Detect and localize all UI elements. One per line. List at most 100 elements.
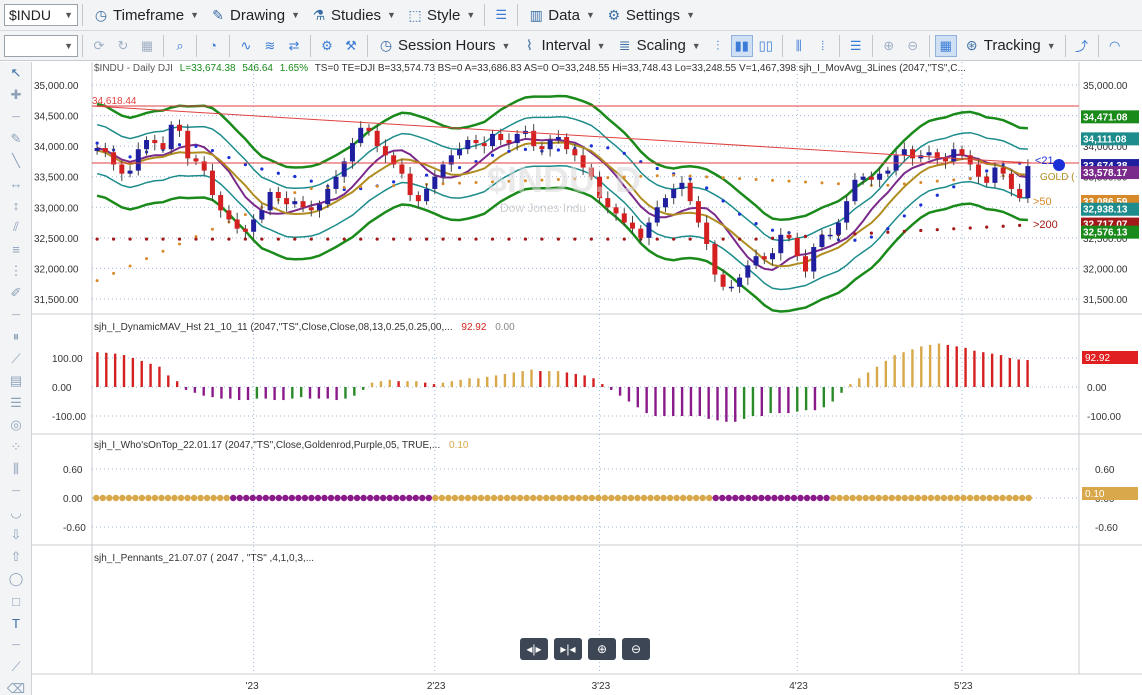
list-icon[interactable]: ☰: [0, 392, 32, 414]
symbol-watermark-sub: Dow Jones Indu: [500, 201, 586, 215]
wrench-icon[interactable]: ✎: [0, 128, 32, 150]
settings-menu[interactable]: ⚙ Settings ▼: [600, 3, 700, 27]
drawing-menu[interactable]: ✎ Drawing ▼: [204, 3, 305, 27]
tune-icon[interactable]: ⚒: [340, 35, 362, 57]
arc-icon[interactable]: ◡: [0, 502, 32, 524]
ma200-dot: [853, 232, 857, 236]
link-icon[interactable]: ↻: [112, 35, 134, 57]
hist-bar: [946, 344, 950, 387]
vertical-arrows-icon[interactable]: ↕: [0, 194, 32, 216]
line-tool-icon[interactable]: ╲: [0, 150, 32, 172]
data-menu[interactable]: ▥ Data ▼: [522, 3, 600, 27]
hist-bar: [707, 387, 710, 419]
ruler-icon[interactable]: ⟋: [0, 656, 32, 678]
interval-menu[interactable]: ⌇ Interval ▼: [515, 34, 610, 58]
ma21-dot: [556, 148, 560, 152]
timeframe-menu[interactable]: ◷ Timeframe ▼: [87, 3, 204, 27]
who-dot: [875, 494, 882, 502]
rectangle-icon[interactable]: □: [0, 590, 32, 612]
ma21-dot: [705, 186, 709, 190]
hist-bar: [822, 387, 826, 408]
who-dot: [256, 494, 263, 502]
tracking-dot[interactable]: [1053, 159, 1065, 171]
compare-icon[interactable]: ⇄: [283, 35, 305, 57]
pen-icon[interactable]: ✐: [0, 282, 32, 304]
scroll-left-button[interactable]: ◂|▸: [520, 638, 548, 660]
ma200-dot: [770, 236, 775, 240]
candle-body: [539, 146, 545, 150]
ma200-dot: [721, 237, 725, 241]
refresh-icon[interactable]: ⟳: [88, 35, 110, 57]
up-arrow-icon[interactable]: ⇧: [0, 546, 32, 568]
who-dot: [360, 494, 367, 502]
down-arrow-icon[interactable]: ⇩: [0, 524, 32, 546]
sync-icon[interactable]: ◠: [1104, 35, 1126, 57]
ma200-dot: [457, 237, 462, 241]
hist-bar: [778, 387, 781, 414]
horizontal-arrows-icon[interactable]: ↔: [0, 172, 32, 194]
parallel-lines-icon[interactable]: ≡: [0, 238, 32, 260]
candle-body: [852, 179, 858, 202]
zoom-out-icon[interactable]: ⊖: [902, 35, 924, 57]
text-tool-icon[interactable]: T: [0, 612, 32, 634]
vertical-line-icon[interactable]: ⏸: [0, 326, 32, 348]
volume-icon[interactable]: ⫼: [788, 35, 810, 57]
hist-bar: [530, 369, 533, 387]
zoom-in-icon[interactable]: ⊕: [878, 35, 900, 57]
toolbar-divider: [1064, 34, 1066, 57]
config-icon[interactable]: ⚙: [316, 35, 338, 57]
zoom-out-button[interactable]: ⊖: [622, 638, 650, 660]
pointer-icon[interactable]: ↖: [0, 62, 32, 84]
trend-icon[interactable]: ∿: [235, 35, 257, 57]
fibonacci-icon[interactable]: ⋮: [0, 260, 32, 282]
who-dot: [458, 494, 465, 502]
candle-body: [333, 176, 339, 189]
grid-icon[interactable]: ▦: [136, 35, 158, 57]
bars-icon[interactable]: ⫼: [0, 458, 32, 480]
candle-body: [926, 152, 932, 156]
hist-bar: [548, 371, 551, 387]
symbol-search-icon[interactable]: ⌕: [169, 35, 191, 57]
hollow-candle-icon[interactable]: ▯▯: [755, 35, 777, 57]
candlestick-icon[interactable]: ▮▮: [730, 34, 753, 57]
ellipse-icon[interactable]: ◯: [0, 568, 32, 590]
data-label: Data: [548, 6, 580, 24]
tracking-menu[interactable]: ⊛ Tracking ▼: [958, 34, 1061, 58]
secondary-select[interactable]: ▼: [4, 34, 78, 57]
who-dot: [673, 494, 680, 502]
fib-fan-icon[interactable]: ⟋: [0, 348, 32, 370]
hist-bar: [964, 347, 967, 387]
ma200-dot: [260, 237, 264, 241]
scroll-right-button[interactable]: ▸|◂: [554, 638, 582, 660]
layout-icon[interactable]: ☰: [845, 35, 867, 57]
indicator-icon[interactable]: ≋: [259, 35, 281, 57]
ma200-annotation: >200: [1033, 219, 1058, 231]
candle-body: [349, 143, 355, 162]
hist-bar: [920, 346, 923, 387]
candle-body: [901, 149, 907, 156]
who-dot: [484, 494, 491, 502]
data-window-icon[interactable]: ▦: [934, 34, 957, 57]
circle-target-icon[interactable]: ◎: [0, 414, 32, 436]
chart-area[interactable]: 35,000.0035,000.0034,500.0034,500.0034,0…: [32, 62, 1142, 695]
ohlc-icon[interactable]: ⦙: [812, 35, 834, 57]
eraser-icon[interactable]: ⌫: [0, 678, 32, 695]
bar-style-icon[interactable]: ⫶: [707, 35, 729, 57]
scaling-menu[interactable]: ≣ Scaling ▼: [611, 34, 706, 58]
table-icon[interactable]: ▤: [0, 370, 32, 392]
session-hours-menu[interactable]: ◷ Session Hours ▼: [372, 34, 515, 58]
style-menu[interactable]: ⬚ Style ▼: [401, 3, 480, 27]
crosshair-icon[interactable]: ✚: [0, 84, 32, 106]
scatter-icon[interactable]: ⁘: [0, 436, 32, 458]
add-chart-icon[interactable]: ⤴: [1071, 35, 1093, 57]
gauge-icon[interactable]: ◔: [202, 35, 224, 57]
studies-menu[interactable]: ⚗ Studies ▼: [305, 3, 401, 27]
who-dot: [145, 494, 152, 502]
who-dot: [1012, 494, 1019, 502]
layout-icon[interactable]: ☰: [490, 4, 512, 26]
who-dot: [151, 494, 159, 502]
ma21-dot: [754, 222, 758, 226]
symbol-input[interactable]: $INDU ▼: [4, 4, 78, 26]
channel-icon[interactable]: ⫽: [0, 216, 32, 238]
zoom-in-button[interactable]: ⊕: [588, 638, 616, 660]
